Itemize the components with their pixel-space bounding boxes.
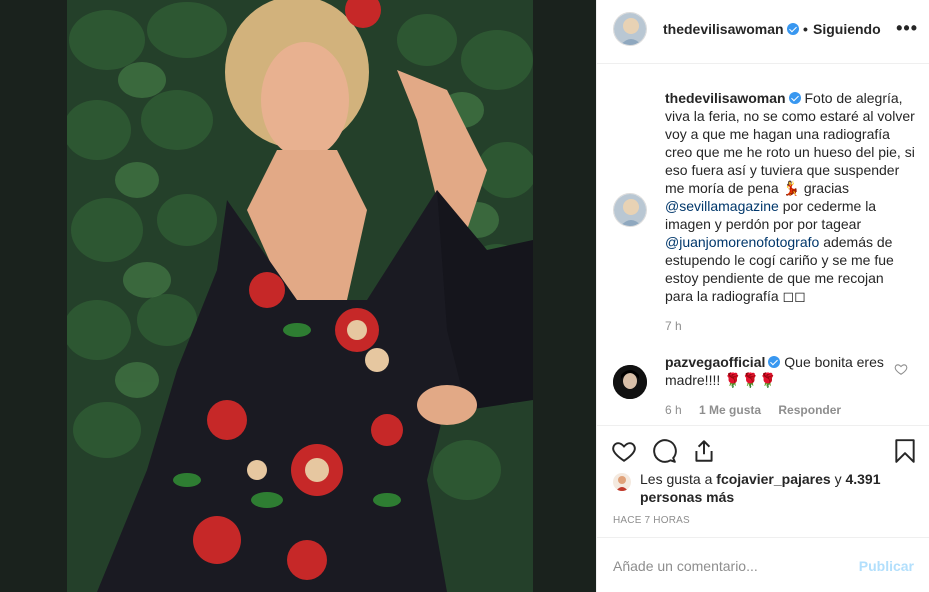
caption-avatar[interactable] [613, 193, 647, 227]
header-separator: • [803, 21, 808, 37]
add-comment-bar: Añade un comentario... Publicar [597, 537, 929, 592]
caption-username[interactable]: thedevilisawoman [665, 90, 786, 106]
author-avatar[interactable] [613, 12, 647, 46]
post-dialog: thedevilisawoman • Siguiendo ••• thedevi… [0, 0, 929, 592]
bookmark-icon[interactable] [892, 438, 918, 464]
image-letterbox-left [0, 0, 67, 592]
author-username-text[interactable]: thedevilisawoman [663, 21, 784, 37]
post-sidebar: thedevilisawoman • Siguiendo ••• thedevi… [596, 0, 929, 592]
comment-likes[interactable]: 1 Me gusta [699, 403, 761, 417]
more-options-icon[interactable]: ••• [896, 18, 918, 39]
mention-link[interactable]: @juanjomorenofotografo [665, 234, 819, 250]
caption-text: thedevilisawoman Foto de alegría, viva l… [665, 89, 915, 305]
liker-avatar[interactable] [613, 473, 631, 491]
author-username[interactable]: thedevilisawoman [663, 21, 799, 37]
share-icon[interactable] [691, 438, 717, 464]
verified-badge-icon [786, 23, 799, 35]
comment-timestamp[interactable]: 6 h [665, 403, 682, 417]
likes-prefix: Les gusta a [640, 471, 717, 487]
comment-icon[interactable] [651, 438, 677, 464]
caption-avatar-image [614, 194, 646, 226]
liker-username[interactable]: fcojavier_pajares [716, 471, 830, 487]
post-age[interactable]: HACE 7 HORAS [613, 515, 690, 526]
commenter-username[interactable]: pazvegaofficial [665, 354, 765, 370]
action-bar [597, 425, 929, 473]
comment-input[interactable]: Añade un comentario... [613, 558, 758, 574]
publish-button[interactable]: Publicar [859, 558, 914, 574]
commenter-avatar[interactable] [613, 365, 647, 399]
commenter-avatar-image [613, 365, 647, 399]
verified-badge-icon [788, 92, 801, 104]
verified-badge-icon [768, 356, 781, 368]
author-avatar-image [614, 13, 646, 45]
following-button[interactable]: Siguiendo [813, 21, 881, 37]
heart-icon[interactable] [611, 438, 637, 464]
comment-text: pazvegaofficial Que bonita eres madre!!!… [665, 353, 890, 389]
reply-button[interactable]: Responder [778, 403, 841, 417]
mention-link[interactable]: @sevillamagazine [665, 198, 779, 214]
likes-middle: y [830, 471, 846, 487]
likes-text: Les gusta a fcojavier_pajares y 4.391 pe… [640, 470, 900, 506]
post-photo [67, 0, 533, 592]
post-image[interactable] [0, 0, 596, 592]
comment-meta: 6 h 1 Me gusta Responder [665, 403, 841, 417]
comments-list[interactable]: thedevilisawoman Foto de alegría, viva l… [597, 65, 929, 435]
comment-like-heart-icon[interactable] [894, 362, 908, 376]
caption-timestamp[interactable]: 7 h [665, 319, 682, 333]
image-letterbox-right [533, 0, 596, 592]
post-header: thedevilisawoman • Siguiendo ••• [597, 0, 929, 64]
liker-avatar-image [613, 473, 631, 491]
